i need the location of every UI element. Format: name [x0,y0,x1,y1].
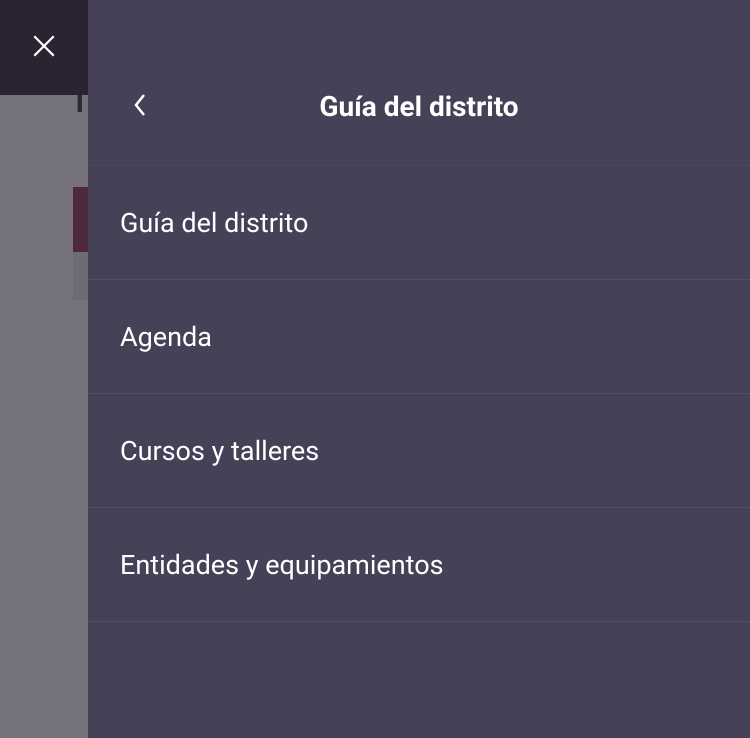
menu-item-guia[interactable]: Guía del distrito [88,166,750,280]
menu-item-cursos[interactable]: Cursos y talleres [88,394,750,508]
menu-item-label: Guía del distrito [120,207,308,239]
close-icon [31,33,57,63]
panel-title: Guía del distrito [120,90,718,123]
side-panel: Guía del distrito Guía del distrito Agen… [88,0,750,738]
menu-item-label: Agenda [120,321,212,353]
menu-item-label: Cursos y talleres [120,435,319,467]
menu-item-label: Entidades y equipamientos [120,549,444,581]
menu-item-entidades[interactable]: Entidades y equipamientos [88,508,750,622]
menu-item-agenda[interactable]: Agenda [88,280,750,394]
close-button[interactable] [0,0,88,95]
panel-header: Guía del distrito [88,0,750,166]
